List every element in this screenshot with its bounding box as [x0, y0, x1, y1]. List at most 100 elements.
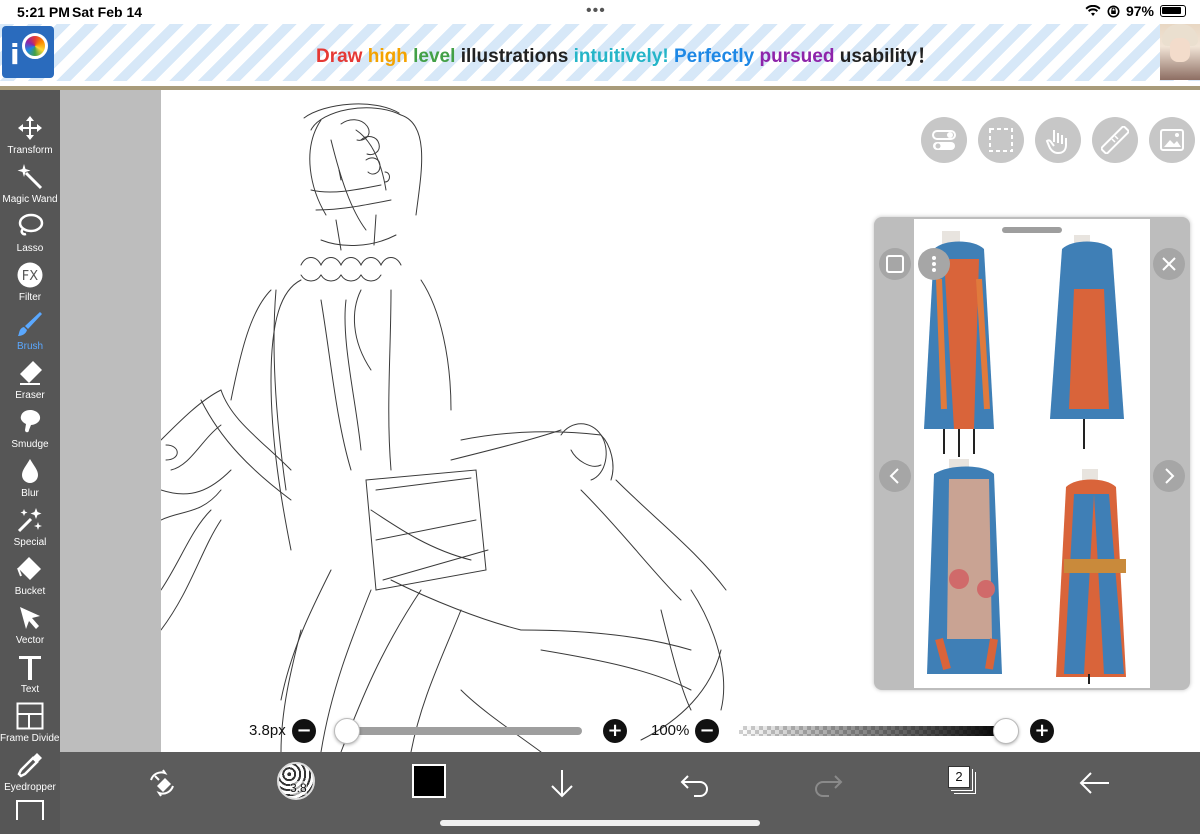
hand-gesture-button[interactable]	[1035, 117, 1081, 163]
tool-bucket[interactable]: Bucket	[0, 553, 60, 602]
back-arrow-icon[interactable]	[1077, 766, 1111, 800]
battery-percent: 97%	[1125, 3, 1154, 19]
hand-gesture-icon	[1045, 130, 1067, 154]
toolbar-more-icon[interactable]	[16, 800, 44, 820]
move-arrows-icon	[18, 116, 42, 140]
banner-segment: level	[413, 46, 461, 67]
battery-icon	[1160, 5, 1186, 17]
ibispaint-app: 5:21 PM Sat Feb 14 ••• 97% i Draw high l…	[0, 0, 1200, 834]
tool-filter[interactable]: FX Filter	[0, 259, 60, 308]
status-indicators: 97%	[1085, 3, 1186, 19]
tool-label: Eraser	[15, 390, 45, 401]
svg-text:FX: FX	[22, 269, 38, 284]
toggle-button[interactable]	[921, 117, 967, 163]
tool-label: Magic Wand	[2, 194, 58, 205]
tool-vector[interactable]: Vector	[0, 602, 60, 651]
swap-eraser-icon[interactable]	[145, 766, 179, 800]
tool-label: Bucket	[14, 586, 46, 597]
tool-eraser[interactable]: Eraser	[0, 357, 60, 406]
banner-segment: high	[367, 46, 414, 67]
tool-label: Filter	[18, 292, 42, 303]
tool-transform[interactable]: Transform	[0, 112, 60, 161]
eraser-icon	[20, 361, 42, 385]
tool-blur[interactable]: Blur	[0, 455, 60, 504]
lasso-icon	[18, 213, 44, 236]
layer-count: 2	[948, 766, 970, 788]
tool-label: Blur	[21, 488, 39, 499]
color-swatch-button[interactable]	[412, 764, 446, 798]
brush-size-decrease-button[interactable]: −	[292, 719, 316, 743]
tool-label: Eyedropper	[4, 782, 56, 793]
multitasking-dots-icon[interactable]: •••	[586, 2, 606, 20]
chevron-right-icon	[1165, 468, 1175, 484]
opacity-increase-button[interactable]: +	[1030, 719, 1054, 743]
tool-special[interactable]: Special	[0, 504, 60, 553]
ad-banner[interactable]: i Draw high level illustrations intuitiv…	[0, 24, 1200, 81]
reference-window[interactable]	[874, 217, 1190, 690]
brush-size-increase-button[interactable]: +	[603, 719, 627, 743]
image-icon	[1160, 129, 1184, 151]
cursor-arrow-icon	[20, 607, 40, 629]
brush-size-slider[interactable]	[340, 727, 582, 735]
banner-segment: illustrations	[460, 46, 574, 67]
panel-more-button[interactable]	[918, 248, 950, 280]
banner-segment: usability	[839, 46, 917, 67]
ibispaint-logo-icon: i	[2, 26, 54, 78]
text-icon	[19, 656, 41, 680]
redo-icon[interactable]	[811, 766, 845, 800]
panel-next-button[interactable]	[1153, 460, 1185, 492]
panel-drag-handle[interactable]	[1002, 227, 1062, 233]
reference-image-button[interactable]	[1149, 117, 1195, 163]
tool-sidebar: Transform Magic Wand Lasso FX Filter Bru…	[0, 90, 63, 834]
layers-button[interactable]: 2	[948, 766, 976, 794]
tool-label: Special	[13, 537, 47, 548]
droplet-icon	[22, 459, 38, 483]
status-bar: 5:21 PM Sat Feb 14 ••• 97%	[0, 0, 1200, 24]
brush-preview-size: 3.8	[290, 781, 307, 795]
tool-smudge[interactable]: Smudge	[0, 406, 60, 455]
tool-magic-wand[interactable]: Magic Wand	[0, 161, 60, 210]
tool-label: Frame Divider	[0, 733, 63, 744]
fx-icon: FX	[17, 262, 43, 288]
brush-preview-button[interactable]: 3.8	[277, 762, 315, 800]
tool-label: Smudge	[11, 439, 49, 450]
selection-button[interactable]	[978, 117, 1024, 163]
tool-brush[interactable]: Brush	[0, 308, 60, 357]
square-icon	[886, 255, 904, 273]
tool-frame-divider[interactable]: Frame Divider	[0, 700, 63, 749]
brush-icon	[18, 312, 42, 336]
wifi-icon	[1085, 5, 1101, 16]
brush-size-value: 3.8px	[249, 722, 286, 739]
banner-segment: Draw	[316, 46, 368, 67]
tool-lasso[interactable]: Lasso	[0, 210, 60, 259]
tool-eyedropper[interactable]: Eyedropper	[0, 749, 60, 798]
brush-size-thumb[interactable]	[333, 718, 360, 744]
tool-text[interactable]: Text	[0, 651, 60, 700]
canvas-margin	[60, 90, 161, 752]
chevron-left-icon	[889, 468, 899, 484]
smudge-icon	[20, 410, 41, 433]
tool-label: Brush	[16, 341, 44, 352]
more-vertical-icon	[932, 256, 936, 272]
ruler-button[interactable]	[1092, 117, 1138, 163]
home-indicator[interactable]	[440, 820, 760, 826]
ruler-icon	[1101, 126, 1129, 154]
status-date: Sat Feb 14	[72, 4, 143, 20]
undo-icon[interactable]	[678, 766, 712, 800]
bucket-icon	[17, 557, 41, 580]
panel-square-button[interactable]	[879, 248, 911, 280]
opacity-decrease-button[interactable]: −	[695, 719, 719, 743]
panel-prev-button[interactable]	[879, 460, 911, 492]
opacity-slider[interactable]	[739, 726, 1006, 736]
frame-divider-icon	[16, 702, 44, 730]
scarf-vest-photo	[924, 231, 1126, 684]
banner-headline: Draw high level illustrations intuitivel…	[316, 41, 936, 68]
banner-segment: Perfectly	[673, 46, 760, 67]
status-time: 5:21 PM	[17, 4, 70, 20]
download-arrow-icon[interactable]	[545, 766, 579, 800]
magic-wand-icon	[17, 164, 43, 190]
close-icon	[1162, 257, 1176, 271]
opacity-thumb[interactable]	[993, 718, 1019, 744]
panel-close-button[interactable]	[1153, 248, 1185, 280]
banner-segment: ！	[916, 46, 936, 67]
